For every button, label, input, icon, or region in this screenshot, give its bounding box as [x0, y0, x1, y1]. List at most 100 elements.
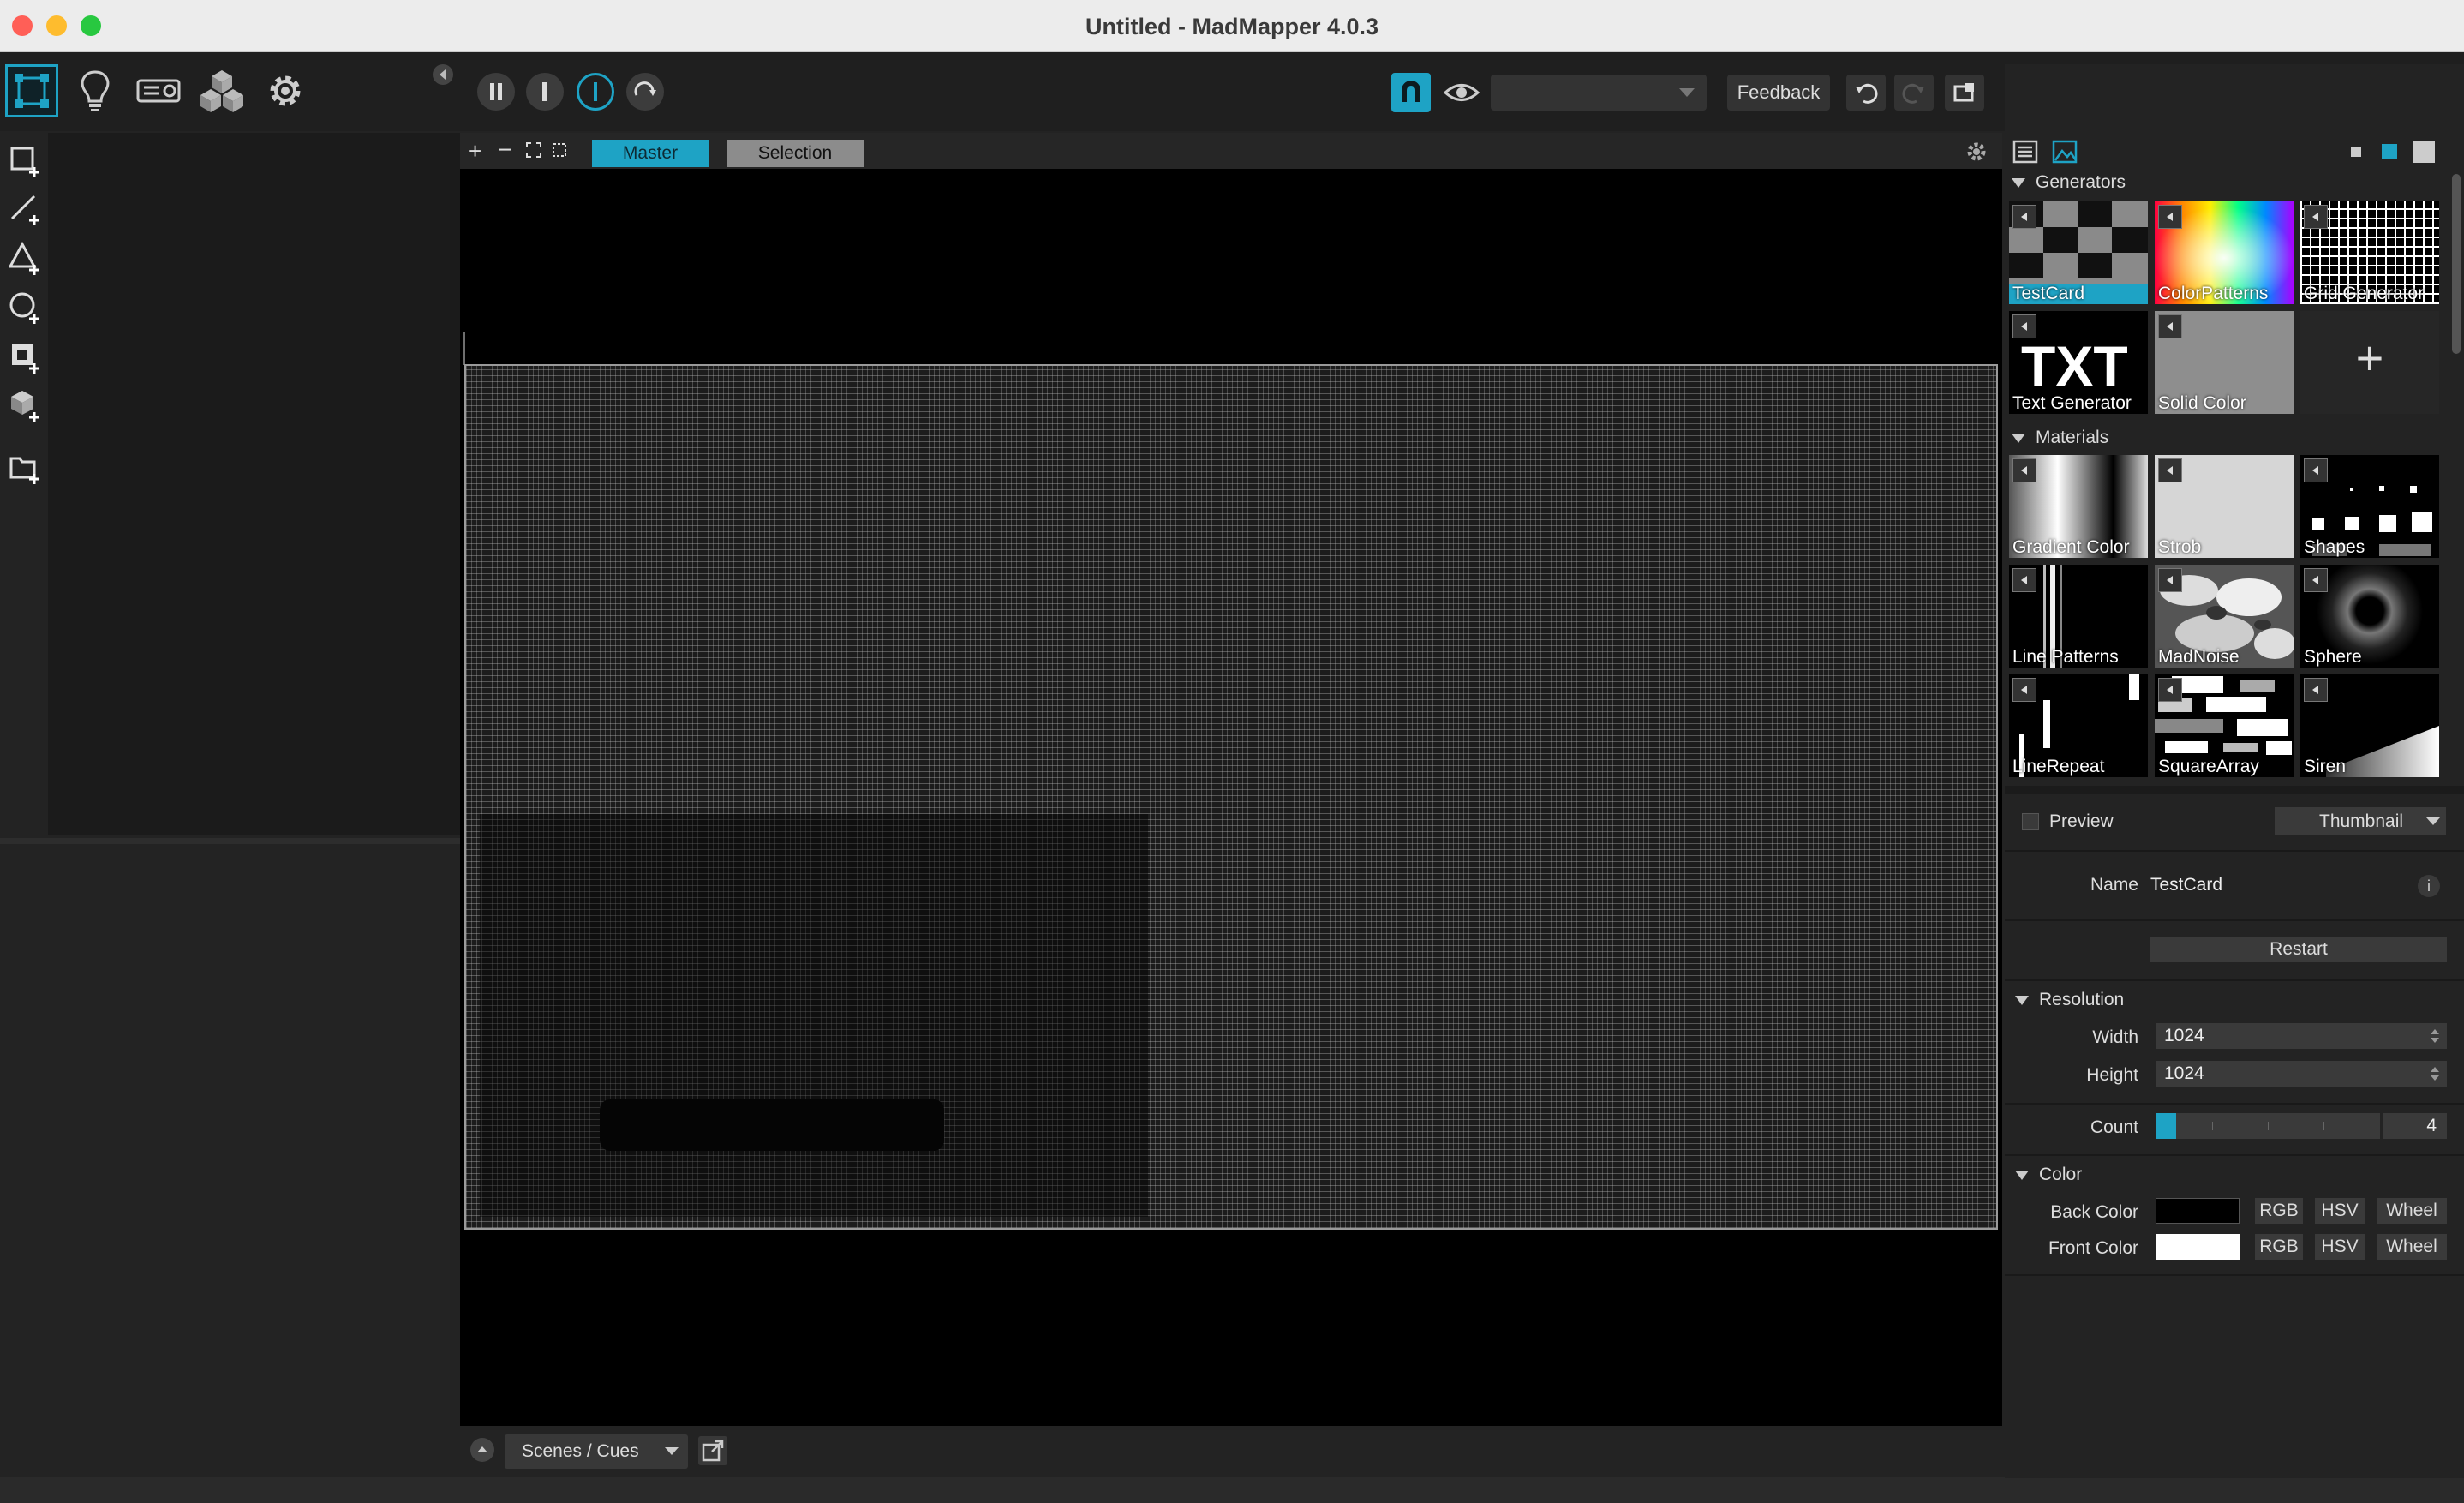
- height-value: 1024: [2164, 1063, 2204, 1083]
- count-field[interactable]: 4: [2383, 1113, 2447, 1139]
- surface-list-panel[interactable]: [48, 133, 462, 835]
- play-icon[interactable]: [2158, 458, 2182, 482]
- material-shapes[interactable]: Shapes: [2300, 455, 2439, 558]
- expand-scenes-icon[interactable]: [470, 1438, 494, 1462]
- materials-header[interactable]: Materials: [2012, 428, 2108, 448]
- preview-mode-dropdown[interactable]: Thumbnail: [2275, 807, 2446, 835]
- width-field[interactable]: 1024: [2156, 1023, 2447, 1049]
- back-wheel-button[interactable]: Wheel: [2377, 1198, 2447, 1224]
- media-view-icon[interactable]: [2051, 138, 2078, 170]
- power-icon[interactable]: [577, 73, 614, 111]
- thumb-label: SquareArray: [2158, 757, 2259, 776]
- stop-icon[interactable]: [526, 73, 564, 111]
- fit-view-icon[interactable]: [525, 141, 542, 163]
- play-icon[interactable]: [2304, 678, 2328, 702]
- material-sphere[interactable]: Sphere: [2300, 565, 2439, 668]
- redo-disabled-icon[interactable]: [1894, 75, 1934, 111]
- material-gradient-color[interactable]: Gradient Color: [2009, 455, 2148, 558]
- play-icon[interactable]: [2304, 458, 2328, 482]
- canvas-settings-icon[interactable]: [1965, 140, 1989, 168]
- front-rgb-button[interactable]: RGB: [2255, 1234, 2303, 1260]
- detach-icon[interactable]: [698, 1436, 727, 1465]
- frame-selection-icon[interactable]: [551, 141, 568, 163]
- zoom-out-icon[interactable]: −: [498, 136, 511, 164]
- redo-icon[interactable]: [626, 73, 664, 111]
- cubes-icon[interactable]: [195, 64, 248, 117]
- panel-splitter[interactable]: [0, 838, 460, 844]
- eye-icon[interactable]: [1442, 73, 1481, 112]
- large-thumbs-icon[interactable]: [2413, 141, 2435, 163]
- restart-button[interactable]: Restart: [2150, 937, 2447, 962]
- lower-left-panel[interactable]: [0, 844, 460, 1478]
- play-icon[interactable]: [2304, 568, 2328, 592]
- generator-solid-color[interactable]: Solid Color: [2155, 311, 2294, 414]
- medium-thumbs-icon[interactable]: [2382, 144, 2397, 159]
- preview-checkbox[interactable]: [2022, 813, 2039, 830]
- count-slider[interactable]: [2156, 1113, 2380, 1139]
- fullscreen-output-icon[interactable]: [1945, 75, 1984, 111]
- play-icon[interactable]: [2012, 568, 2036, 592]
- width-value: 1024: [2164, 1026, 2204, 1045]
- gear-icon[interactable]: [259, 64, 312, 117]
- play-icon[interactable]: [2012, 678, 2036, 702]
- feedback-button[interactable]: Feedback: [1727, 75, 1830, 111]
- front-color-swatch[interactable]: [2156, 1234, 2240, 1260]
- add-mask-icon[interactable]: [9, 339, 43, 378]
- front-hsv-button[interactable]: HSV: [2315, 1234, 2365, 1260]
- panel-splitter[interactable]: [2005, 786, 2464, 794]
- generators-header[interactable]: Generators: [2012, 172, 2126, 193]
- generator-grid[interactable]: Grid Generator: [2300, 201, 2439, 304]
- add-generator-button[interactable]: +: [2300, 311, 2439, 414]
- material-madnoise[interactable]: MadNoise: [2155, 565, 2294, 668]
- back-hsv-button[interactable]: HSV: [2315, 1198, 2365, 1224]
- undo-icon[interactable]: [1846, 75, 1886, 111]
- add-folder-icon[interactable]: [9, 452, 43, 490]
- list-view-icon[interactable]: [2012, 138, 2039, 170]
- pause-icon[interactable]: [477, 73, 515, 111]
- divider: [2005, 1154, 2464, 1156]
- add-line-icon[interactable]: [9, 191, 43, 230]
- library-scrollbar[interactable]: [2452, 174, 2461, 354]
- play-icon[interactable]: [2158, 314, 2182, 338]
- tab-selection[interactable]: Selection: [727, 140, 864, 167]
- back-rgb-button[interactable]: RGB: [2255, 1198, 2303, 1224]
- add-quad-icon[interactable]: [9, 143, 43, 182]
- material-linerepeat[interactable]: LineRepeat: [2009, 674, 2148, 777]
- height-field[interactable]: 1024: [2156, 1061, 2447, 1087]
- zoom-in-icon[interactable]: +: [469, 138, 481, 165]
- add-circle-icon[interactable]: [9, 290, 43, 328]
- generator-colorpatterns[interactable]: ColorPatterns: [2155, 201, 2294, 304]
- color-header[interactable]: Color: [2015, 1165, 2082, 1185]
- play-icon[interactable]: [2158, 678, 2182, 702]
- play-icon[interactable]: [2012, 205, 2036, 229]
- back-color-swatch[interactable]: [2156, 1198, 2240, 1224]
- play-icon[interactable]: [2158, 568, 2182, 592]
- magnet-snap-icon[interactable]: [1391, 73, 1431, 112]
- play-icon[interactable]: [2304, 205, 2328, 229]
- count-slider-fill[interactable]: [2156, 1113, 2176, 1139]
- add-3d-object-icon[interactable]: [9, 388, 43, 427]
- front-wheel-button[interactable]: Wheel: [2377, 1234, 2447, 1260]
- generator-text[interactable]: TXT Text Generator: [2009, 311, 2148, 414]
- play-icon[interactable]: [2012, 314, 2036, 338]
- tab-master[interactable]: Master: [592, 140, 709, 167]
- material-line-patterns[interactable]: Line Patterns: [2009, 565, 2148, 668]
- output-dropdown[interactable]: [1491, 75, 1707, 111]
- projector-icon[interactable]: [132, 64, 185, 117]
- material-siren[interactable]: Siren: [2300, 674, 2439, 777]
- add-triangle-icon[interactable]: [8, 241, 43, 279]
- material-squarearray[interactable]: SquareArray: [2155, 674, 2294, 777]
- play-icon[interactable]: [2158, 205, 2182, 229]
- resolution-header[interactable]: Resolution: [2015, 990, 2124, 1010]
- info-icon[interactable]: i: [2418, 875, 2440, 897]
- lightbulb-icon[interactable]: [69, 64, 122, 117]
- name-value[interactable]: TestCard: [2150, 875, 2222, 895]
- generator-testcard[interactable]: TestCard: [2009, 201, 2148, 304]
- material-strob[interactable]: Strob: [2155, 455, 2294, 558]
- generators-title: Generators: [2036, 172, 2126, 192]
- collapse-panel-button[interactable]: [433, 64, 453, 85]
- surface-mode-icon[interactable]: [5, 64, 58, 117]
- small-thumbs-icon[interactable]: [2351, 147, 2361, 157]
- scenes-dropdown[interactable]: Scenes / Cues: [505, 1434, 688, 1469]
- play-icon[interactable]: [2012, 458, 2036, 482]
